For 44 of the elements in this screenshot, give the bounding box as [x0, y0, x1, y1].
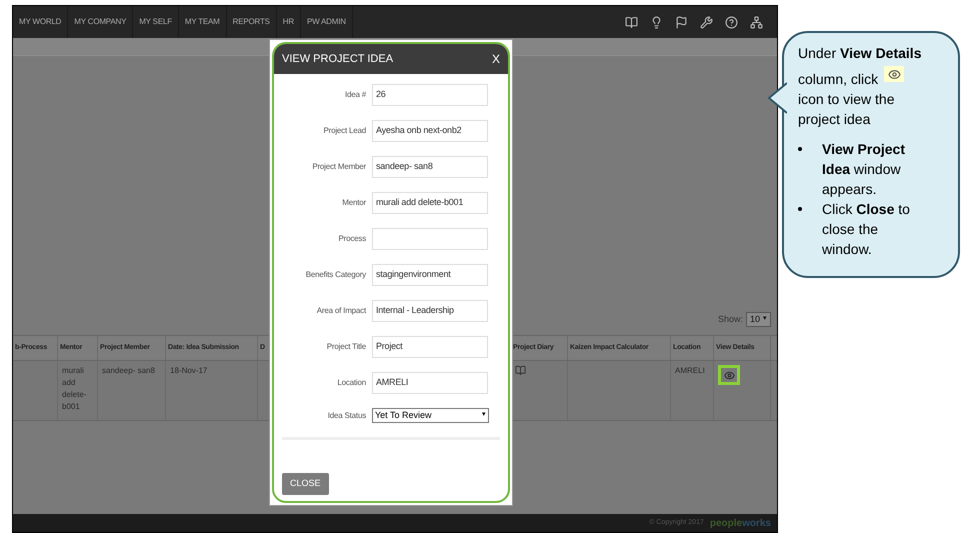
- network-icon[interactable]: [750, 16, 763, 28]
- field-label: Benefits Category: [304, 269, 366, 281]
- bullet-text: Click Close to close the window.: [822, 200, 911, 259]
- instruction-text: Under View Details: [798, 44, 922, 63]
- close-button[interactable]: CLOSE: [282, 473, 329, 495]
- text-field[interactable]: AMRELI: [372, 372, 488, 394]
- bullet-text: View Project Idea window appears.: [822, 140, 906, 199]
- text-field[interactable]: Project: [372, 336, 488, 358]
- field-label: Project Member: [311, 161, 366, 173]
- eye-icon: [724, 370, 734, 380]
- text-field[interactable]: 26: [372, 84, 488, 106]
- text-field[interactable]: murali add delete-b001: [372, 192, 488, 214]
- field-label: Process: [338, 233, 366, 245]
- lightbulb-icon[interactable]: [650, 16, 663, 28]
- field-label: Mentor: [341, 197, 366, 209]
- text-field[interactable]: Internal - Leadership: [372, 300, 488, 322]
- book-icon[interactable]: [625, 16, 638, 28]
- field-label: Idea #: [344, 89, 366, 101]
- table-cell-text: 18-Nov-17: [170, 365, 208, 377]
- show-label: Show:: [718, 312, 743, 326]
- wrench-icon[interactable]: [700, 16, 713, 28]
- view-button[interactable]: [718, 365, 740, 385]
- brand-logo: peopleworks: [710, 516, 771, 530]
- text-field[interactable]: sandeep- san8: [372, 156, 488, 178]
- field-label: Project Title: [326, 341, 366, 353]
- field-label: Location: [336, 377, 366, 389]
- field-label: Area of Impact: [316, 305, 366, 317]
- field-label: Project Lead: [322, 125, 366, 137]
- modal-title: VIEW PROJECT IDEA: [282, 52, 394, 67]
- table-cell-text: sandeep- san8: [102, 365, 156, 377]
- bullet-icon: [798, 147, 802, 151]
- bullet-icon: [798, 207, 802, 211]
- flag-icon[interactable]: [675, 16, 688, 28]
- text-field[interactable]: [372, 228, 488, 250]
- instruction-text: column, click: [798, 70, 878, 89]
- instruction-text: icon to view the project idea: [798, 90, 896, 129]
- text-field[interactable]: Ayesha onb next-onb2: [372, 120, 488, 142]
- eye-icon: [884, 66, 904, 82]
- field-label: Idea Status: [326, 410, 366, 422]
- table-cell-text: AMRELI: [675, 365, 706, 377]
- text-field[interactable]: stagingenvironment: [372, 264, 488, 286]
- table-cell-text: murali add delete-b001: [62, 365, 88, 413]
- dismiss-button[interactable]: X: [492, 50, 500, 68]
- help-icon[interactable]: [725, 16, 738, 28]
